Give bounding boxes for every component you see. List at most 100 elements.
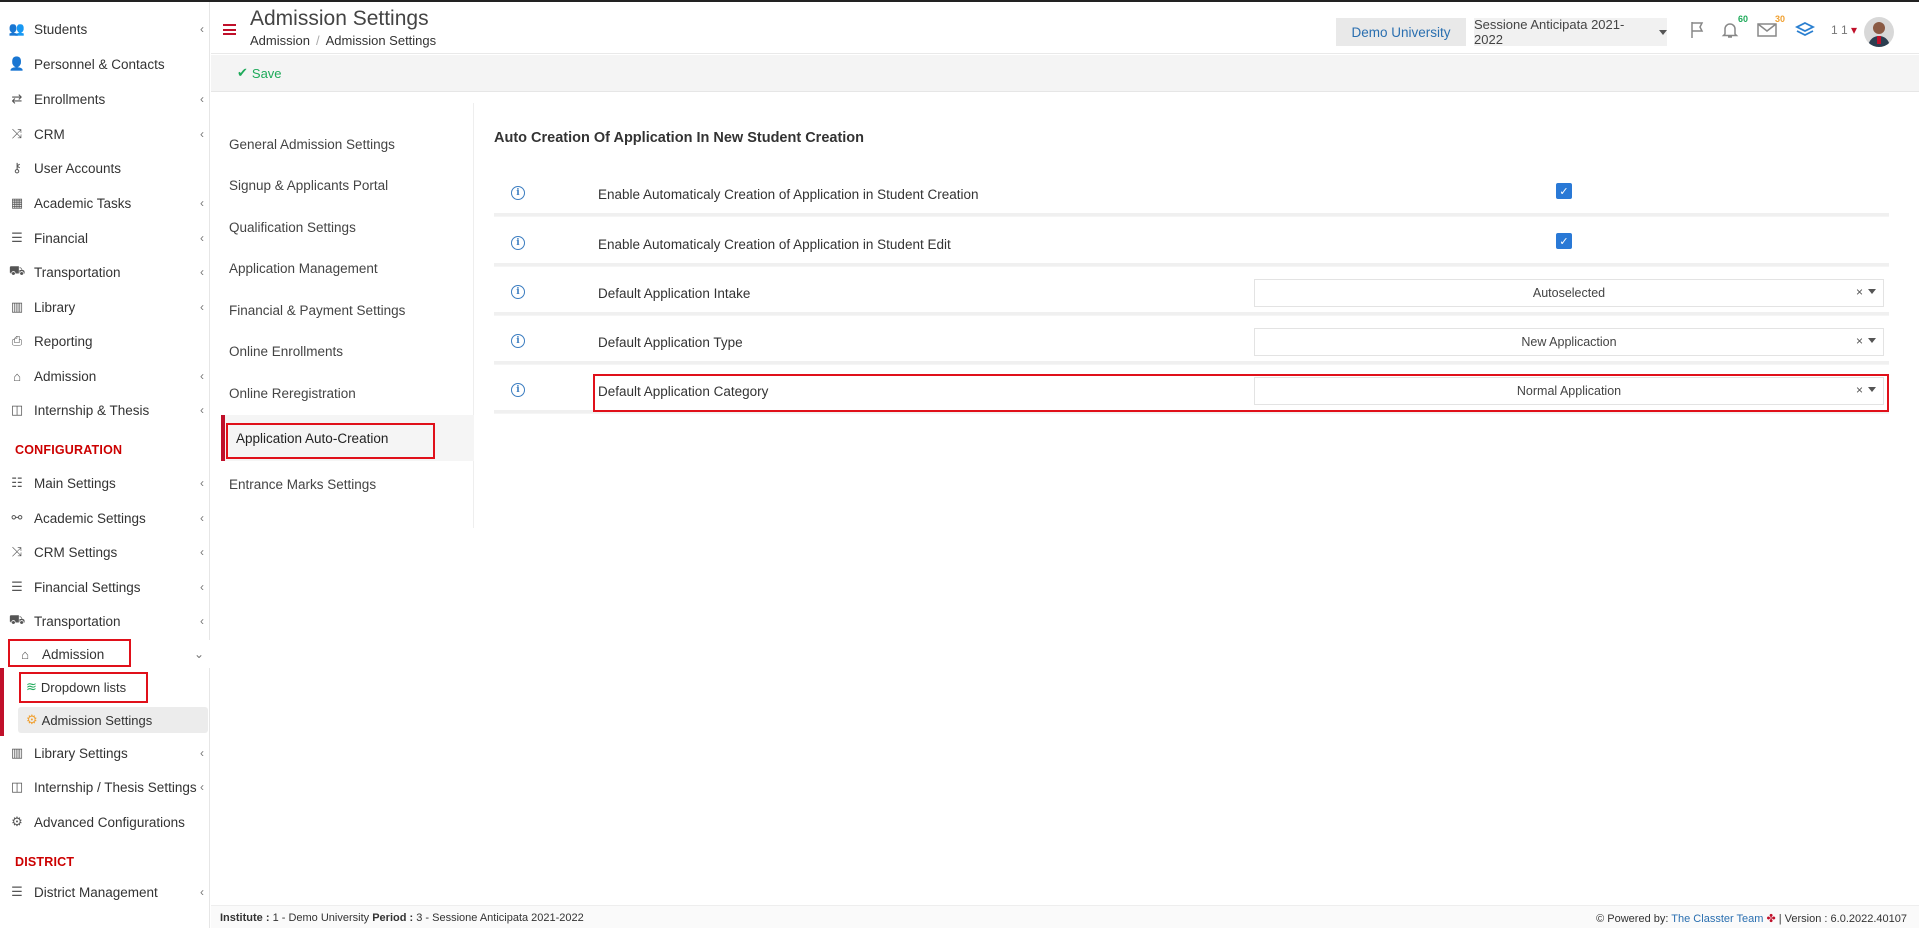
footer-powered-by: © Powered by: The Classter Team ✤ | Vers… xyxy=(1596,913,1907,925)
grid-icon: ▦ xyxy=(10,195,24,210)
messages-badge: 30 xyxy=(1774,14,1785,24)
sidebar-subitem-dropdown-lists[interactable]: ≋ Dropdown lists xyxy=(18,674,208,700)
info-icon[interactable]: i xyxy=(511,334,525,348)
chevron-left-icon: ‹ xyxy=(200,196,204,210)
settings-nav: General Admission Settings Signup & Appl… xyxy=(221,103,474,528)
select-application-type[interactable]: New Applicaction × xyxy=(1254,328,1884,356)
sidebar-item-label: User Accounts xyxy=(34,160,122,176)
breadcrumb-item-admission[interactable]: Admission xyxy=(250,33,310,48)
sidebar-item-academic-tasks[interactable]: ▦ Academic Tasks ‹ xyxy=(0,189,210,217)
select-application-intake[interactable]: Autoselected × xyxy=(1254,279,1884,307)
tab-application-auto-creation[interactable]: Application Auto-Creation xyxy=(221,415,474,461)
session-dropdown[interactable]: Sessione Anticipata 2021-2022 xyxy=(1474,17,1667,47)
coins-icon: ☰ xyxy=(11,230,23,245)
flag-icon[interactable] xyxy=(1686,18,1710,42)
check-icon: ✔ xyxy=(237,65,248,80)
sidebar-item-label: Admission xyxy=(34,368,97,384)
coins-icon: ☰ xyxy=(11,579,23,594)
checkbox-student-edit[interactable]: ✓ xyxy=(1556,233,1572,249)
sidebar-item-crm-settings[interactable]: ⤨ CRM Settings ‹ xyxy=(0,538,210,566)
layers-icon[interactable] xyxy=(1793,18,1817,42)
info-icon[interactable]: i xyxy=(511,236,525,250)
tab-financial-payment-settings[interactable]: Financial & Payment Settings xyxy=(221,291,474,329)
sidebar-item-label: Library Settings xyxy=(34,745,128,761)
info-icon[interactable]: i xyxy=(511,285,525,299)
setting-row-intake: i Default Application Intake Autoselecte… xyxy=(494,273,1889,315)
sidebar-item-library-settings[interactable]: ▥ Library Settings ‹ xyxy=(0,739,210,767)
chevron-left-icon: ‹ xyxy=(200,580,204,594)
sidebar-item-label: Reporting xyxy=(34,333,93,349)
sidebar-item-financial-settings[interactable]: ☰ Financial Settings ‹ xyxy=(0,573,210,601)
tab-qualification-settings[interactable]: Qualification Settings xyxy=(221,208,474,246)
org-icon: ⚯ xyxy=(11,510,23,525)
sidebar-item-label: District Management xyxy=(34,884,158,900)
notifications-badge: 60 xyxy=(1737,14,1748,24)
sidebar-item-enrollments[interactable]: ⇄ Enrollments ‹ xyxy=(0,85,210,113)
sidebar-item-personnel[interactable]: 👤 Personnel & Contacts xyxy=(0,50,210,78)
sidebar-item-library[interactable]: ▥ Library ‹ xyxy=(0,293,210,321)
sidebar-item-academic-settings[interactable]: ⚯ Academic Settings ‹ xyxy=(0,504,210,532)
sidebar-item-admission-settings[interactable]: ⌂ Admission ⌄ xyxy=(0,640,210,668)
sidebar-item-label: Financial xyxy=(34,230,89,246)
sidebar-item-crm[interactable]: ⤨ CRM ‹ xyxy=(0,120,210,148)
caret-down-icon xyxy=(1659,29,1667,35)
sidebar-item-internship[interactable]: ◫ Internship & Thesis ‹ xyxy=(0,396,210,424)
sidebar-item-financial[interactable]: ☰ Financial ‹ xyxy=(0,224,210,252)
checkbox-student-creation[interactable]: ✓ xyxy=(1556,183,1572,199)
classter-team-link[interactable]: The Classter Team xyxy=(1671,913,1763,925)
tab-signup-applicants-portal[interactable]: Signup & Applicants Portal xyxy=(221,166,474,204)
clear-icon[interactable]: × xyxy=(1856,383,1863,397)
sidebar-item-students[interactable]: 👥 Students ‹ xyxy=(0,15,210,43)
sidebar-item-transportation-settings[interactable]: ⛟ Transportation ‹ xyxy=(0,607,210,635)
info-icon[interactable]: i xyxy=(511,383,525,397)
hamburger-menu-icon[interactable] xyxy=(223,24,236,35)
clear-icon[interactable]: × xyxy=(1856,334,1863,348)
chevron-down-icon: ⌄ xyxy=(193,647,204,661)
sidebar-item-transportation[interactable]: ⛟ Transportation ‹ xyxy=(0,258,210,286)
sidebar-item-district-management[interactable]: ☰ District Management ‹ xyxy=(0,878,210,906)
sidebar-item-internship-settings[interactable]: ◫ Internship / Thesis Settings ‹ xyxy=(0,773,210,801)
tab-application-management[interactable]: Application Management xyxy=(221,249,474,287)
institution-button[interactable]: Demo University xyxy=(1336,18,1466,46)
select-application-category[interactable]: Normal Application × xyxy=(1254,377,1884,405)
gear-icon: ⚙ xyxy=(26,712,38,727)
save-button[interactable]: ✔ Save xyxy=(237,65,282,81)
clear-icon[interactable]: × xyxy=(1856,285,1863,299)
chevron-left-icon: ‹ xyxy=(200,231,204,245)
books-icon: ▥ xyxy=(10,745,24,760)
bus-icon: ⛟ xyxy=(8,263,26,278)
chevron-left-icon: ‹ xyxy=(200,369,204,383)
tab-online-enrollments[interactable]: Online Enrollments xyxy=(221,332,474,370)
avatar[interactable] xyxy=(1864,17,1894,47)
sidebar-item-label: Enrollments xyxy=(34,91,106,107)
envelope-icon[interactable]: 30 xyxy=(1755,14,1785,42)
sidebar-item-main-settings[interactable]: ☷ Main Settings ‹ xyxy=(0,469,210,497)
setting-label: Default Application Intake xyxy=(598,286,751,301)
session-label: Sessione Anticipata 2021-2022 xyxy=(1474,17,1625,47)
tab-online-reregistration[interactable]: Online Reregistration xyxy=(221,374,474,412)
tab-entrance-marks-settings[interactable]: Entrance Marks Settings xyxy=(221,465,474,503)
tab-general-admission-settings[interactable]: General Admission Settings xyxy=(221,125,474,163)
footer: Institute : 1 - Demo University Period :… xyxy=(211,905,1919,928)
chevron-left-icon: ‹ xyxy=(200,403,204,417)
sidebar-item-admission[interactable]: ⌂ Admission ‹ xyxy=(0,362,210,390)
user-number: 1 1 ▾ xyxy=(1831,23,1858,37)
sidebar-item-label: Financial Settings xyxy=(34,579,141,595)
box-icon: ◫ xyxy=(10,779,24,794)
sidebar-item-reporting[interactable]: ⎙ Reporting xyxy=(0,327,210,355)
sidebar-item-advanced-configurations[interactable]: ⚙ Advanced Configurations xyxy=(0,808,210,836)
sidebar-item-label: Internship & Thesis xyxy=(34,402,150,418)
chevron-left-icon: ‹ xyxy=(200,300,204,314)
copyright-icon: © xyxy=(1596,913,1605,925)
layers-icon: ≋ xyxy=(26,679,37,694)
toolbar: ✔ Save xyxy=(211,55,1919,92)
bell-icon[interactable]: 60 xyxy=(1718,14,1748,42)
sidebar-item-user-accounts[interactable]: ⚷ User Accounts xyxy=(0,154,210,182)
sidebar-subitem-admission-settings[interactable]: ⚙ Admission Settings xyxy=(18,707,208,733)
info-icon[interactable]: i xyxy=(511,186,525,200)
sidebar-item-label: Personnel & Contacts xyxy=(34,56,165,72)
setting-label: Enable Automaticaly Creation of Applicat… xyxy=(598,237,951,252)
chevron-left-icon: ‹ xyxy=(200,746,204,760)
list-icon: ☰ xyxy=(11,884,23,899)
print-icon: ⎙ xyxy=(11,333,23,348)
